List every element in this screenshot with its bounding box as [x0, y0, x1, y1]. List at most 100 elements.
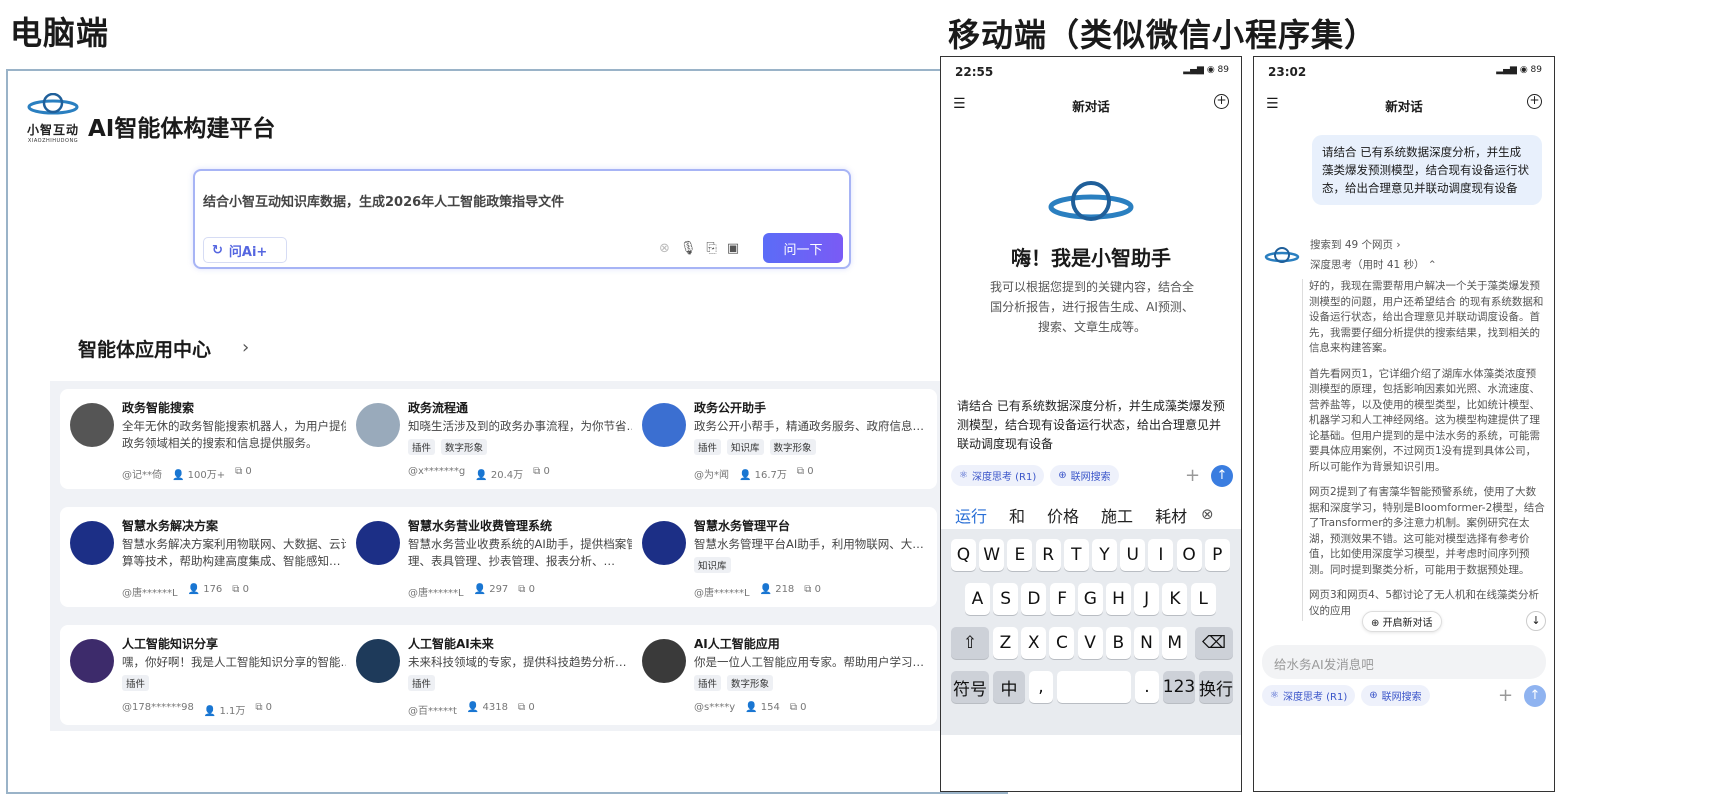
web-search-chip[interactable]: ⊕ 联网搜索: [1050, 465, 1119, 486]
new-chat-button[interactable]: ⊕ 开启新对话: [1362, 611, 1442, 632]
agent-tag: 插件: [408, 675, 436, 691]
agent-description: 智慧水务营业收费系统的AI助手，提供档案管理、表具管理、抄表管理、报表分析、…: [408, 537, 638, 568]
keyboard-key[interactable]: F: [1049, 583, 1075, 615]
keyboard-key[interactable]: C: [1049, 627, 1075, 659]
keyboard-key[interactable]: I: [1148, 539, 1174, 571]
agent-tags: 插件 数字形象: [408, 439, 488, 455]
keyboard-suggestion[interactable]: 施工: [1101, 503, 1133, 527]
agent-card[interactable]: 政务流程通 知晓生活涉及到的政务办事流程，为你节省时间… 插件 数字形象 @x*****…: [346, 389, 651, 489]
agent-card[interactable]: 智慧水务解决方案 智慧水务解决方案利用物联网、大数据、云计算等技术，帮助构建高度集…: [60, 507, 365, 607]
think-time[interactable]: 深度思考（用时 41 秒） ⌃: [1310, 257, 1437, 272]
user-message-bubble: 请结合 已有系统数据深度分析，并生成藻类爆发预测模型，结合现有设备运行状态，给出…: [1312, 135, 1542, 205]
scroll-down-icon[interactable]: ↓: [1526, 611, 1546, 631]
agent-card[interactable]: 智慧水务营业收费管理系统 智慧水务营业收费系统的AI助手，提供档案管理、表具管理、…: [346, 507, 651, 607]
agent-tag: 数字形象: [441, 439, 488, 455]
keyboard-key[interactable]: U: [1120, 539, 1146, 571]
agent-author: @s****y: [694, 702, 736, 713]
desktop-header: 电脑端: [10, 14, 110, 52]
keyboard-suggestion[interactable]: 耗材: [1155, 503, 1187, 527]
agent-copies: ⧉ 0: [804, 584, 821, 595]
keyboard-key[interactable]: G: [1077, 583, 1103, 615]
ask-ai-plus-button[interactable]: ↻ 问Ai+: [203, 237, 287, 263]
message-input[interactable]: 给水务AI发消息吧: [1262, 645, 1546, 679]
agent-card[interactable]: 智慧水务管理平台 智慧水务管理平台AI助手，利用物联网、大数据… 知识库 @唐****…: [632, 507, 937, 607]
keyboard-key[interactable]: E: [1007, 539, 1033, 571]
new-chat-icon[interactable]: +: [1214, 94, 1229, 109]
agent-tags: 插件 数字形象: [694, 675, 774, 691]
chinese-key[interactable]: 中: [993, 671, 1025, 703]
plus-icon[interactable]: +: [1185, 465, 1200, 486]
agent-meta: @唐******L 👤 297 ⧉ 0: [408, 584, 535, 599]
agent-avatar: [642, 521, 686, 565]
keyboard-key[interactable]: L: [1190, 583, 1216, 615]
shift-key[interactable]: ⇧: [951, 627, 989, 659]
keyboard-key[interactable]: V: [1077, 627, 1103, 659]
agent-copies: ⧉ 0: [796, 466, 814, 477]
message-input[interactable]: 请结合 已有系统数据深度分析，并生成藻类爆发预测模型，结合现有设备运行状态，给出…: [957, 397, 1229, 454]
chevron-right-icon[interactable]: ›: [242, 337, 249, 358]
keyboard-key[interactable]: W: [979, 539, 1005, 571]
new-chat-icon[interactable]: +: [1527, 94, 1542, 109]
agent-users: 👤 4318: [466, 702, 509, 713]
keyboard-key[interactable]: R: [1035, 539, 1061, 571]
plus-icon[interactable]: +: [1498, 685, 1513, 706]
backspace-key[interactable]: ⌫: [1195, 627, 1233, 659]
keyboard-key[interactable]: J: [1134, 583, 1160, 615]
agent-card[interactable]: AI人工智能应用 你是一位人工智能应用专家。帮助用户学习… 插件 数字形象 @s****…: [632, 625, 937, 725]
keyboard-key[interactable]: N: [1134, 627, 1159, 659]
image-icon[interactable]: ▣: [727, 241, 739, 256]
keyboard-key[interactable]: P: [1204, 539, 1230, 571]
status-time: 23:02: [1268, 65, 1307, 79]
logo-icon: [27, 92, 79, 115]
agent-card[interactable]: 人工智能AI未来 未来科技领域的专家，提供科技趋势分析… 插件 @百*****t 👤 4…: [346, 625, 651, 725]
deep-think-chip[interactable]: ⚛ 深度思考 (R1): [951, 465, 1045, 486]
search-count[interactable]: 搜索到 49 个网页 ›: [1310, 237, 1401, 252]
space-key[interactable]: [1057, 671, 1131, 703]
keyboard-key[interactable]: M: [1162, 627, 1188, 659]
number-key[interactable]: 123: [1163, 671, 1195, 703]
deep-think-chip[interactable]: ⚛ 深度思考 (R1): [1262, 685, 1356, 706]
greeting: 嗨！我是小智助手: [1011, 246, 1171, 270]
logo-subtext: XIAOZHIHUDONG: [27, 138, 79, 144]
keyboard-key[interactable]: Q: [951, 539, 976, 571]
send-button[interactable]: ↑: [1524, 685, 1546, 707]
attachment-icon[interactable]: ⎘: [706, 241, 716, 256]
agent-tag: 插件: [122, 675, 150, 691]
agent-avatar: [70, 521, 114, 565]
enter-key[interactable]: 换行: [1199, 671, 1233, 703]
send-button[interactable]: ↑: [1211, 465, 1233, 487]
keyboard-suggestion[interactable]: 和: [1009, 503, 1025, 527]
agent-tag: 知识库: [727, 439, 764, 455]
microphone-icon[interactable]: 🎙: [680, 241, 697, 256]
web-search-chip[interactable]: ⊕ 联网搜索: [1361, 685, 1430, 706]
keyboard-key[interactable]: Y: [1092, 539, 1117, 571]
keyboard-key[interactable]: S: [993, 583, 1019, 615]
keyboard-key[interactable]: H: [1106, 583, 1131, 615]
comma-key[interactable]: ,: [1029, 671, 1053, 703]
keyboard-suggestion[interactable]: 运行: [955, 503, 987, 527]
keyboard-key[interactable]: A: [965, 583, 990, 615]
keyboard-key[interactable]: T: [1063, 539, 1089, 571]
symbols-key[interactable]: 符号: [951, 671, 989, 703]
agent-card[interactable]: 人工智能知识分享 嘿，你好啊！我是人工智能知识分享的智能体… 插件 @178*****…: [60, 625, 365, 725]
period-key[interactable]: .: [1135, 671, 1159, 703]
agent-card[interactable]: 政务公开助手 政务公开小帮手，精通政务服务、政府信息公开… 插件 知识库 数字形象 @为*…: [632, 389, 937, 489]
agent-meta: @唐******L 👤 218 ⧉ 0: [694, 584, 821, 599]
clear-icon[interactable]: ⊗: [659, 241, 670, 256]
search-query[interactable]: 结合小智互动知识库数据，生成2026年人工智能政策指导文件: [203, 191, 564, 210]
page-title: AI智能体构建平台: [88, 116, 276, 142]
keyboard-key[interactable]: O: [1176, 539, 1202, 571]
keyboard-key[interactable]: X: [1021, 627, 1047, 659]
search-box[interactable]: 结合小智互动知识库数据，生成2026年人工智能政策指导文件 ↻ 问Ai+ ⊗ 🎙 …: [193, 169, 851, 269]
keyboard-key[interactable]: Z: [993, 627, 1018, 659]
section-title: 智能体应用中心: [78, 339, 212, 361]
keyboard-key[interactable]: K: [1162, 583, 1188, 615]
ask-button[interactable]: 问一下: [763, 233, 843, 263]
reasoning-paragraph: 网页2提到了有害藻华智能预警系统，使用了大数据和深度学习，特别是Bloomfor…: [1309, 486, 1545, 576]
keyboard-suggestion[interactable]: 价格: [1047, 503, 1079, 527]
keyboard-key[interactable]: B: [1105, 627, 1131, 659]
close-suggestions-icon[interactable]: ⊗: [1201, 505, 1214, 523]
agent-card[interactable]: 政务智能搜索 全年无休的政务智能搜索机器人，为用户提供政务领域相关的搜索和信息提供…: [60, 389, 365, 489]
keyboard-key[interactable]: D: [1021, 583, 1047, 615]
status-time: 22:55: [955, 65, 994, 79]
